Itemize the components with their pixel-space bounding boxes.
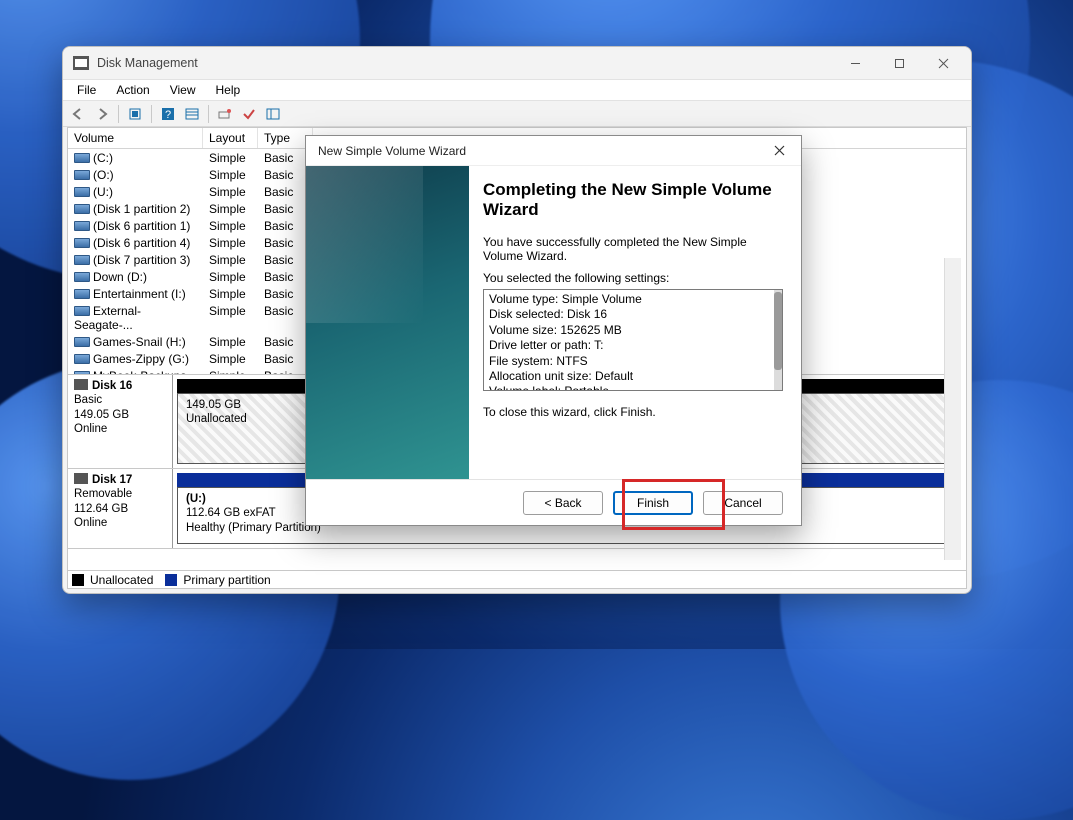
window-title: Disk Management [97,56,198,70]
col-layout[interactable]: Layout [203,128,258,148]
volume-icon [74,153,90,163]
volume-icon [74,204,90,214]
volume-icon [74,255,90,265]
legend-label: Unallocated [90,573,153,587]
app-icon [73,56,89,70]
finish-button[interactable]: Finish [613,491,693,515]
wizard-close-button[interactable] [765,139,793,163]
volume-icon [74,354,90,364]
check-icon[interactable] [238,103,260,125]
volume-icon [74,272,90,282]
maximize-button[interactable] [877,49,921,77]
nav-forward-icon[interactable] [91,103,113,125]
disk-status: Online [74,517,107,529]
partition-status: Unallocated [186,413,247,425]
cancel-button[interactable]: Cancel [703,491,783,515]
wizard-settings-intro: You selected the following settings: [483,271,783,285]
partition-size: 112.64 GB exFAT [186,507,276,519]
nav-back-icon[interactable] [67,103,89,125]
volume-icon [74,238,90,248]
wizard-heading: Completing the New Simple Volume Wizard [483,180,783,219]
back-button[interactable]: < Back [523,491,603,515]
volume-icon [74,289,90,299]
wizard-completion-text: You have successfully completed the New … [483,235,783,263]
volume-icon [74,221,90,231]
volume-icon [74,306,90,316]
minimize-button[interactable] [833,49,877,77]
disk-size: 112.64 GB [74,503,128,515]
properties-icon[interactable] [262,103,284,125]
disk-icon [74,473,88,484]
wizard-button-row: < Back Finish Cancel [306,479,801,525]
wizard-setting-line: Allocation unit size: Default [489,369,777,384]
partition-letter: (U:) [186,493,206,505]
legend-label: Primary partition [183,573,270,587]
wizard-setting-line: Disk selected: Disk 16 [489,307,777,322]
volume-icon [74,170,90,180]
wizard-close-hint: To close this wizard, click Finish. [483,405,783,419]
legend-swatch-primary [165,574,177,586]
menu-file[interactable]: File [67,80,106,100]
wizard-setting-line: Volume size: 152625 MB [489,323,777,338]
disk-label: Disk 16 [92,380,132,392]
new-simple-volume-wizard: New Simple Volume Wizard Completing the … [305,135,802,526]
titlebar[interactable]: Disk Management [63,47,971,79]
wizard-banner-image [306,166,469,479]
menu-action[interactable]: Action [106,80,159,100]
close-button[interactable] [921,49,965,77]
wizard-titlebar[interactable]: New Simple Volume Wizard [306,136,801,166]
menu-view[interactable]: View [160,80,206,100]
svg-text:?: ? [165,109,171,121]
volume-icon [74,187,90,197]
wizard-settings-box[interactable]: Volume type: Simple VolumeDisk selected:… [483,289,783,391]
legend-swatch-unallocated [72,574,84,586]
partition-status: Healthy (Primary Partition) [186,522,321,534]
partition-size: 149.05 GB [186,399,241,411]
list-icon[interactable] [181,103,203,125]
legend: Unallocated Primary partition [68,570,966,588]
volume-icon [74,337,90,347]
menu-help[interactable]: Help [206,80,251,100]
wizard-title: New Simple Volume Wizard [318,144,466,158]
disk-info: Disk 16 Basic 149.05 GB Online [68,375,173,468]
col-volume[interactable]: Volume [68,128,203,148]
toolbar: ? [63,101,971,127]
disk-icon [74,379,88,390]
disk-size: 149.05 GB [74,409,129,421]
wizard-setting-line: Drive letter or path: T: [489,338,777,353]
wizard-setting-line: Volume label: Portable [489,384,777,391]
refresh-icon[interactable] [124,103,146,125]
disk-status: Online [74,423,107,435]
settings-scrollbar-thumb[interactable] [774,292,782,370]
help-icon[interactable]: ? [157,103,179,125]
disk-label: Disk 17 [92,474,132,486]
settings-icon[interactable] [214,103,236,125]
wizard-setting-line: File system: NTFS [489,354,777,369]
menubar: File Action View Help [63,79,971,101]
disk-kind: Removable [74,488,132,500]
disk-info: Disk 17 Removable 112.64 GB Online [68,469,173,548]
wizard-setting-line: Volume type: Simple Volume [489,292,777,307]
scrollbar[interactable] [944,258,961,560]
disk-kind: Basic [74,394,102,406]
